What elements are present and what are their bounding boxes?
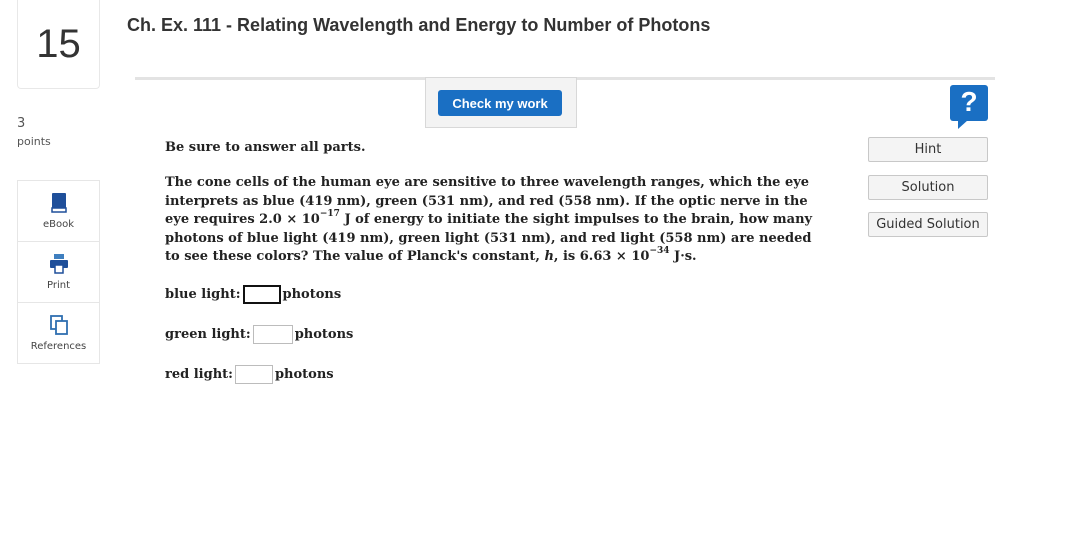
answer-label: red light:: [165, 367, 233, 382]
solution-button[interactable]: Solution: [868, 175, 988, 200]
ebook-button[interactable]: eBook: [18, 181, 99, 242]
answer-label: blue light:: [165, 287, 241, 302]
tools-panel: eBook Print References: [17, 180, 100, 364]
planck-symbol: h: [544, 249, 554, 264]
ebook-label: eBook: [42, 218, 75, 230]
book-icon: [50, 192, 67, 213]
printer-icon: [49, 253, 68, 274]
red-light-input[interactable]: [234, 365, 273, 384]
answer-row-green: green light: photons: [165, 325, 353, 344]
instruction-text: Be sure to answer all parts.: [165, 140, 366, 155]
points-value: 3: [17, 116, 26, 131]
points-label: points: [17, 135, 51, 148]
problem-text: The cone cells of the human eye are sens…: [165, 174, 815, 267]
check-my-work-button[interactable]: Check my work: [438, 90, 562, 116]
answer-row-blue: blue light: photons: [165, 285, 341, 304]
answer-unit: photons: [274, 367, 334, 382]
blue-light-input[interactable]: [242, 285, 281, 304]
exponent-1: −17: [319, 208, 340, 219]
green-light-input[interactable]: [252, 325, 293, 344]
problem-part-3: , is 6.63 × 10: [553, 249, 650, 264]
answer-row-red: red light: photons: [165, 365, 334, 384]
question-title: Ch. Ex. 111 - Relating Wavelength and En…: [127, 15, 711, 35]
references-button[interactable]: References: [18, 303, 99, 363]
print-label: Print: [46, 279, 70, 291]
exponent-2: −34: [649, 245, 670, 256]
guided-solution-button[interactable]: Guided Solution: [868, 212, 988, 237]
problem-part-4: J·s.: [669, 249, 697, 264]
hint-button[interactable]: Hint: [868, 137, 988, 162]
references-label: References: [30, 340, 87, 352]
help-icon[interactable]: ?: [950, 85, 988, 129]
question-number: 15: [17, 0, 100, 89]
print-button[interactable]: Print: [18, 242, 99, 303]
copy-icon: [49, 314, 68, 335]
answer-unit: photons: [294, 327, 354, 342]
answer-label: green light:: [165, 327, 251, 342]
check-work-panel: Check my work: [425, 77, 577, 128]
answer-unit: photons: [282, 287, 342, 302]
